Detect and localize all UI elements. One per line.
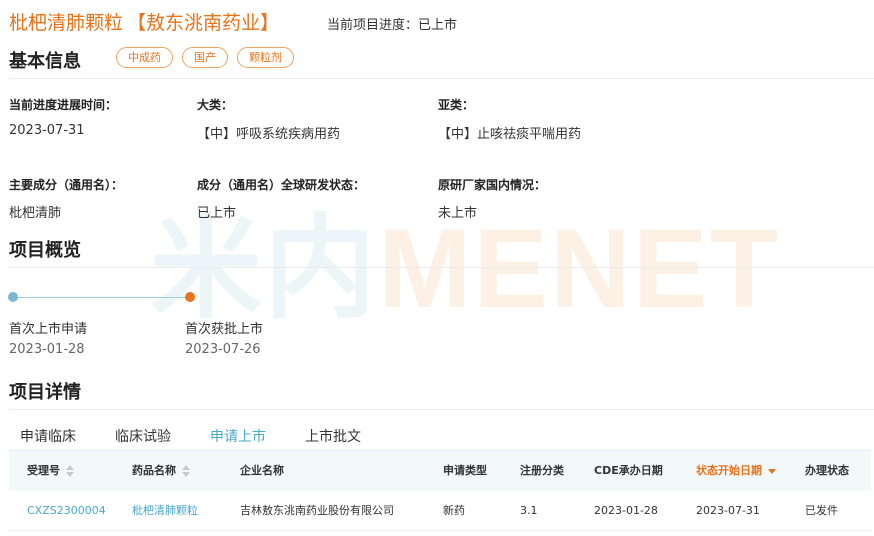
originator-domestic-label: 原研厂家国内情况： [438,178,547,192]
basic-info-heading: 基本信息 [9,51,81,72]
col-acceptance-no-label: 受理号 [27,464,60,477]
current-progress-label: 当前项目进度：已上市 [327,18,458,33]
subcategory-value: 【中】止咳祛痰平喘用药 [438,127,582,142]
sort-icon[interactable] [182,465,190,477]
details-heading: 项目详情 [9,382,81,403]
col-company-name: 企业名称 [240,464,284,477]
timeline-dot-first-approval [185,292,195,302]
subcategory-label: 亚类： [438,98,475,112]
milestone-first-application-date: 2023-01-28 [9,342,85,357]
col-status-start-date[interactable]: 状态开始日期 [696,451,776,491]
milestone-first-approval-label: 首次获批上市 [185,322,264,337]
milestone-first-application-label: 首次上市申请 [9,322,88,337]
col-cde-date: CDE承办日期 [594,464,663,477]
details-divider [9,409,874,410]
drug-name-title: 枇杷清肺颗粒 [9,12,124,34]
cell-handling-status: 已发件 [805,504,838,517]
originator-domestic-value: 未上市 [438,206,478,221]
table-row: CXZS2300004 枇杷清肺颗粒 吉林敖东洮南药业股份有限公司 新药 3.1… [9,491,871,531]
overview-divider [9,267,874,268]
sort-desc-icon[interactable] [768,465,776,477]
main-ingredient-value: 枇杷清肺 [9,206,62,221]
drug-tags: 中成药 国产 颗粒剂 [116,47,294,68]
global-rd-status-label: 成分（通用名）全球研发状态： [197,178,366,192]
sort-icon[interactable] [66,465,74,477]
overview-heading: 项目概览 [9,240,81,261]
tag-dosage-form: 颗粒剂 [237,47,294,68]
cell-application-type: 新药 [443,504,465,517]
cell-company-name: 吉林敖东洮南药业股份有限公司 [240,504,394,517]
timeline-dot-first-application [8,292,18,302]
category-label: 大类： [197,98,234,112]
progress-time-label: 当前进度进展时间： [9,98,118,112]
timeline-line [14,297,190,298]
cell-status-start-date: 2023-07-31 [696,504,760,517]
col-registration-class: 注册分类 [520,464,564,477]
milestone-first-approval-date: 2023-07-26 [185,342,261,357]
company-name-title: 【敖东洮南药业】 [127,12,280,34]
cell-drug-name[interactable]: 枇杷清肺颗粒 [132,491,198,531]
col-status-start-date-label: 状态开始日期 [696,464,762,477]
title-row: 枇杷清肺颗粒 【敖东洮南药业】 当前项目进度：已上市 [9,8,457,35]
col-drug-name[interactable]: 药品名称 [132,451,190,491]
watermark-cn-text: 米内 [150,206,378,331]
tag-drug-type: 中成药 [116,47,173,68]
col-acceptance-no[interactable]: 受理号 [27,451,74,491]
watermark-en-text: MENET [378,206,780,331]
cell-registration-class: 3.1 [520,504,538,517]
col-handling-status: 办理状态 [805,464,849,477]
cell-cde-date: 2023-01-28 [594,504,658,517]
col-application-type: 申请类型 [443,464,487,477]
tag-origin: 国产 [182,47,228,68]
applications-table: 受理号 药品名称 企业名称 申请类型 注册分类 CDE承办日期 状态开始日期 办… [9,450,871,531]
basic-info-divider [9,78,874,79]
table-header: 受理号 药品名称 企业名称 申请类型 注册分类 CDE承办日期 状态开始日期 办… [9,451,871,491]
progress-time-value: 2023-07-31 [9,123,85,138]
category-value: 【中】呼吸系统疾病用药 [197,127,341,142]
global-rd-status-value: 已上市 [197,206,237,221]
main-ingredient-label: 主要成分（通用名）： [9,178,124,192]
col-drug-name-label: 药品名称 [132,464,176,477]
cell-acceptance-no[interactable]: CXZS2300004 [27,491,106,531]
